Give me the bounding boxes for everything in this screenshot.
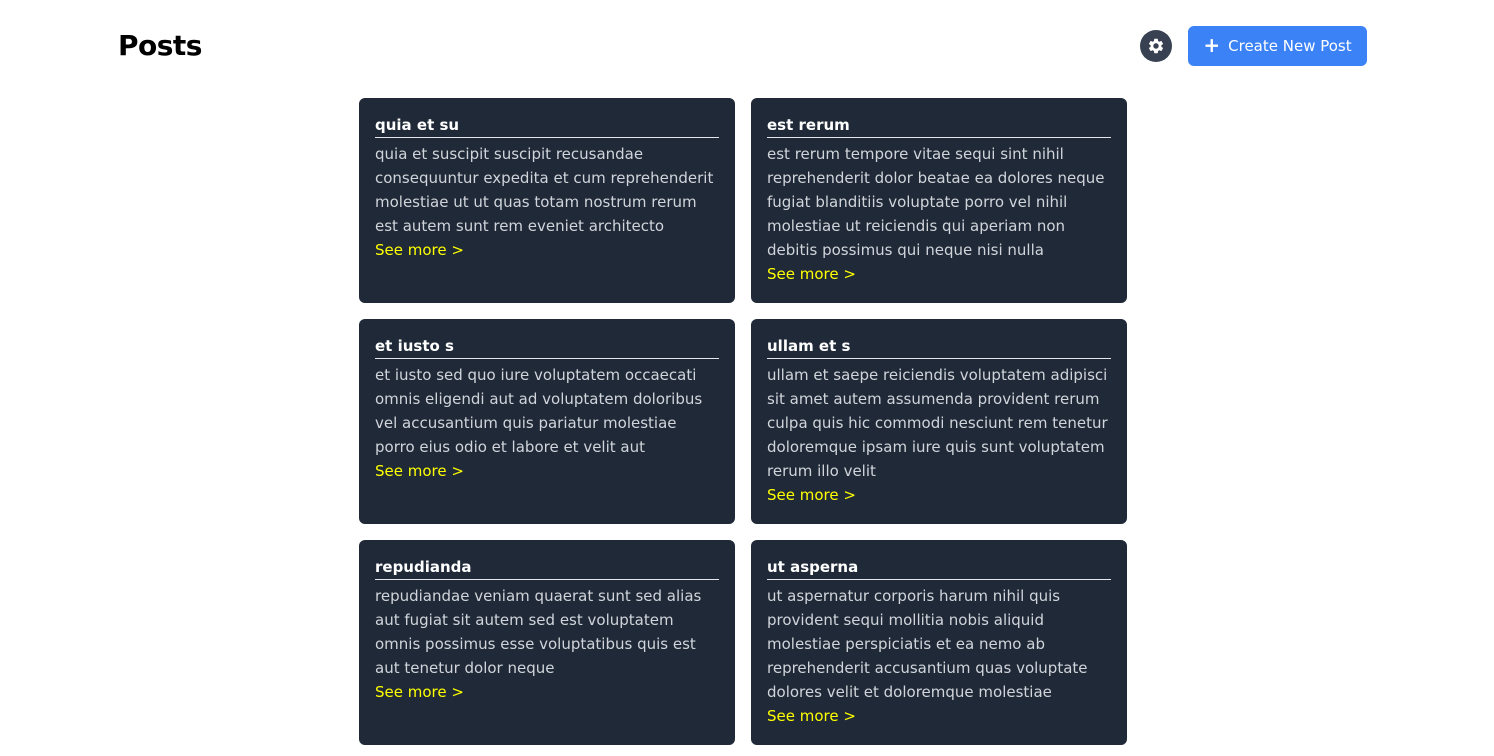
post-card: quia et su quia et suscipit suscipit rec… [359,98,735,303]
post-title: ullam et s [767,335,1111,359]
post-body: repudiandae veniam quaerat sunt sed alia… [375,587,702,677]
post-body: ut aspernatur corporis harum nihil quis … [767,587,1088,701]
post-title: et iusto s [375,335,719,359]
post-title: quia et su [375,114,719,138]
post-card: est rerum est rerum tempore vitae sequi … [751,98,1127,303]
see-more-link[interactable]: See more > [767,704,856,728]
gear-icon [1148,38,1164,54]
page-header: Posts + Create New Post [0,0,1494,92]
post-title: repudianda [375,556,719,580]
post-title: ut asperna [767,556,1111,580]
plus-icon: + [1203,33,1221,57]
see-more-link[interactable]: See more > [375,680,464,704]
see-more-link[interactable]: See more > [375,459,464,483]
see-more-link[interactable]: See more > [767,483,856,507]
post-body: quia et suscipit suscipit recusandae con… [375,145,714,235]
post-card: et iusto s et iusto sed quo iure volupta… [359,319,735,524]
post-card: repudianda repudiandae veniam quaerat su… [359,540,735,745]
create-new-post-label: Create New Post [1228,37,1352,55]
post-card: ut asperna ut aspernatur corporis harum … [751,540,1127,745]
see-more-link[interactable]: See more > [375,238,464,262]
create-new-post-button[interactable]: + Create New Post [1188,26,1367,66]
post-body: est rerum tempore vitae sequi sint nihil… [767,145,1105,259]
theme-toggle-button[interactable] [1140,30,1172,62]
posts-grid: quia et su quia et suscipit suscipit rec… [359,98,1127,745]
see-more-link[interactable]: See more > [767,262,856,286]
post-title: est rerum [767,114,1111,138]
post-body: et iusto sed quo iure voluptatem occaeca… [375,366,703,456]
post-body: ullam et saepe reiciendis voluptatem adi… [767,366,1108,480]
page-title: Posts [118,29,202,62]
post-card: ullam et s ullam et saepe reiciendis vol… [751,319,1127,524]
